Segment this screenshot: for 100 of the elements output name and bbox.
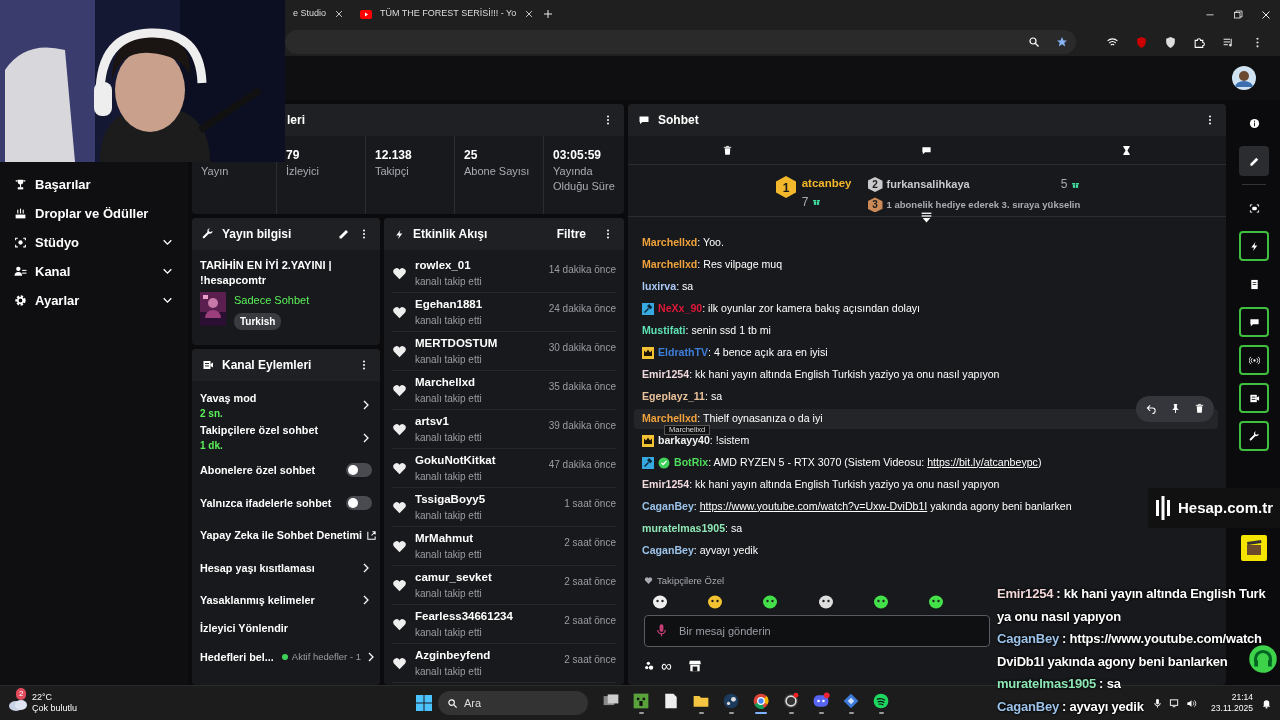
close-tab-icon[interactable] xyxy=(524,9,535,19)
bookmark-star-icon[interactable] xyxy=(1056,36,1068,48)
external-link-icon[interactable] xyxy=(366,529,377,541)
network-icon[interactable] xyxy=(1169,697,1181,709)
user-avatar[interactable] xyxy=(1232,66,1256,90)
status-dot xyxy=(281,653,288,660)
store-icon[interactable] xyxy=(687,659,702,674)
event-user[interactable]: Azginbeyfend xyxy=(415,646,557,665)
setting-label[interactable]: Takipçilere özel sohbet xyxy=(200,422,356,439)
event-time: 39 dakika önce xyxy=(548,419,616,433)
block-face-icon xyxy=(632,692,650,710)
microphone-icon[interactable] xyxy=(654,623,669,639)
event-action: kanalı takip etti xyxy=(415,314,483,329)
new-tab-icon[interactable] xyxy=(542,8,555,20)
nav-item[interactable]: Droplar ve Ödüller xyxy=(0,199,188,228)
chat-icon[interactable] xyxy=(921,144,933,156)
restore-icon[interactable] xyxy=(1232,8,1244,21)
chat-button[interactable] xyxy=(1239,307,1269,337)
chat-message: NeXx_90: ilk oyunlar zor kamera bakış açısından dolayı xyxy=(658,300,921,316)
heart-icon xyxy=(392,655,407,671)
search-icon xyxy=(447,698,458,709)
setting-label[interactable]: Hesap yaşı kısıtlaması xyxy=(200,559,356,576)
emote-icon[interactable] xyxy=(927,593,944,610)
points-button[interactable]: ∞ xyxy=(644,654,672,678)
shield-icon[interactable] xyxy=(1164,35,1177,49)
event-user[interactable]: TssigaBoyy5 xyxy=(415,490,557,509)
chat-link[interactable]: https://www.youtube.com/watch?v=Uxw-DviDb1I xyxy=(699,499,928,512)
wrench-button[interactable] xyxy=(1239,421,1269,451)
event-user[interactable]: Egehan1881 xyxy=(415,295,541,314)
emote-icon[interactable] xyxy=(872,593,889,610)
setting-label[interactable]: Yavaş mod xyxy=(200,389,356,406)
clapperboard-icon[interactable] xyxy=(1241,535,1267,561)
tray-mic-icon[interactable] xyxy=(1152,697,1164,709)
headset-icon[interactable] xyxy=(1248,644,1278,674)
chat-message: barkayy40: !sistem xyxy=(658,432,750,448)
nav-item[interactable]: Stüdyo xyxy=(0,228,188,257)
delete-icon xyxy=(1193,403,1205,415)
event-user[interactable]: Marchellxd xyxy=(415,373,541,392)
event-time: 2 saat önce xyxy=(564,653,616,667)
zoom-icon[interactable] xyxy=(1028,36,1040,48)
scroll-down-icon[interactable] xyxy=(920,211,933,225)
diamond-icon xyxy=(842,692,860,710)
extensions-icon[interactable] xyxy=(1193,35,1206,49)
chat-app-icon xyxy=(812,692,830,710)
event-user[interactable]: artsv1 xyxy=(415,412,541,431)
trash-icon[interactable] xyxy=(722,144,734,156)
reply-icon xyxy=(1145,403,1157,415)
browser-tab[interactable]: e Studio xyxy=(285,0,353,28)
gift-count: 5 xyxy=(1060,176,1068,194)
setting-label[interactable]: İzleyici Yönlendir xyxy=(200,620,372,637)
leader-name[interactable]: furkansalihkaya xyxy=(886,176,1057,193)
close-icon[interactable] xyxy=(1260,8,1272,21)
heart-icon xyxy=(392,538,407,554)
panel-title: leri xyxy=(287,112,306,129)
event-time: 47 dakika önce xyxy=(548,458,616,472)
overlay-chat-line: Emir1254 : kk hani yayın altında English Turk xyxy=(997,585,1266,603)
event-user[interactable]: MrMahmut xyxy=(415,529,557,548)
filter-button[interactable]: Filtre xyxy=(556,225,586,243)
leader-name[interactable]: atcanbey xyxy=(801,175,852,193)
setting-label[interactable]: Yasaklanmış kelimeler xyxy=(200,592,356,609)
edit-icon[interactable] xyxy=(338,228,350,240)
hourglass-icon[interactable] xyxy=(1120,144,1132,156)
taskbar-search[interactable]: Ara xyxy=(438,691,588,715)
clock-time: 21:14 xyxy=(1231,692,1253,703)
video-button[interactable] xyxy=(1239,383,1269,413)
emote-icon[interactable] xyxy=(652,593,668,610)
nav-item[interactable]: Kanal xyxy=(0,257,188,286)
event-user[interactable]: Fearless34661234 xyxy=(415,607,557,626)
start-icon[interactable] xyxy=(416,695,432,711)
edit-button[interactable] xyxy=(1239,146,1269,176)
event-user[interactable]: camur_sevket xyxy=(415,568,557,587)
browser-tab[interactable]: TÜM THE FOREST SERİSİ!!! - Yo xyxy=(352,0,543,28)
nav-item[interactable]: Başarılar xyxy=(0,170,188,199)
category-link[interactable]: Sadece Sohbet xyxy=(234,292,310,309)
toggle-switch[interactable] xyxy=(346,463,372,478)
message-input[interactable]: Bir mesaj gönderin xyxy=(644,615,990,648)
emote-icon[interactable] xyxy=(707,593,724,610)
event-action: kanalı takip etti xyxy=(415,509,483,524)
bolt-button[interactable] xyxy=(1239,231,1269,261)
video-play-icon xyxy=(360,9,373,19)
music-app-icon xyxy=(872,692,890,710)
event-user[interactable]: MERTDOSTUM xyxy=(415,334,541,353)
setting-label[interactable]: Yapay Zeka ile Sohbet Denetimi xyxy=(200,527,362,544)
setting-label[interactable]: Hedefleri bel... xyxy=(200,648,274,665)
emote-icon[interactable] xyxy=(762,593,779,610)
broadcast-button[interactable] xyxy=(1239,345,1269,375)
event-time: 2 saat önce xyxy=(564,614,616,628)
notification-icon[interactable] xyxy=(1261,697,1272,709)
heart-icon xyxy=(392,343,407,359)
overlay-chat-line: CaganBey : https://www.youtube.com/watch xyxy=(997,630,1262,649)
emote-icon[interactable] xyxy=(817,593,834,610)
volume-icon[interactable] xyxy=(1186,697,1198,709)
chat-link[interactable]: https://bit.ly/atcanbeypc xyxy=(927,455,1038,468)
event-user[interactable]: rowlex_01 xyxy=(415,256,541,275)
event-user[interactable]: GokuNotKitkat xyxy=(415,451,541,470)
toggle-switch[interactable] xyxy=(346,495,372,510)
camera-frame-icon xyxy=(1248,202,1260,214)
chat-message: CaganBey: ayvayı yedik xyxy=(642,542,758,558)
nav-item[interactable]: Ayarlar xyxy=(0,286,188,315)
close-tab-icon[interactable] xyxy=(334,9,345,19)
